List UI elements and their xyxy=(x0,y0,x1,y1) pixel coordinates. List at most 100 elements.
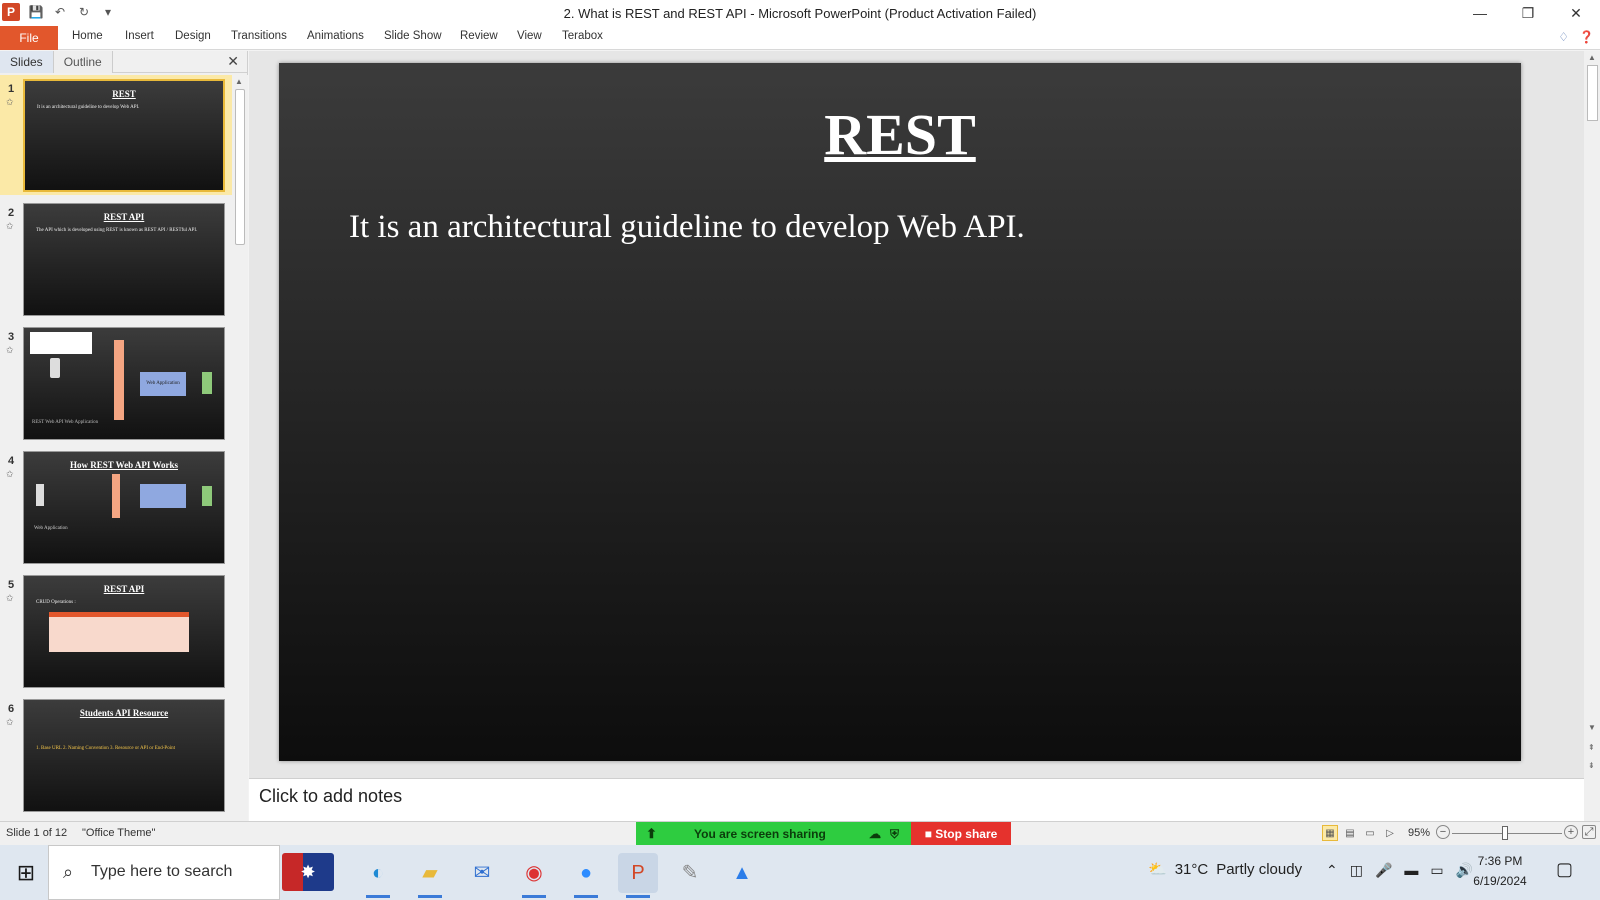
screen-share-status[interactable]: ⬆ You are screen sharing ☁ ⛨ xyxy=(636,822,911,846)
thumbnail-image: REST It is an architectural guideline to… xyxy=(23,79,225,192)
thumbnail-title: REST API xyxy=(103,584,145,594)
notes-pane[interactable]: Click to add notes xyxy=(249,778,1584,821)
zoom-in-icon[interactable]: + xyxy=(1564,825,1578,839)
notes-scrollbar[interactable] xyxy=(1584,778,1600,821)
slide-editor: REST It is an architectural guideline to… xyxy=(249,51,1584,778)
screenshot-mini-icon xyxy=(30,332,92,354)
animation-star-icon: ✩ xyxy=(6,469,14,479)
current-slide[interactable]: REST It is an architectural guideline to… xyxy=(279,63,1521,761)
tab-view[interactable]: View xyxy=(517,30,542,42)
normal-view-icon[interactable]: ▦ xyxy=(1322,825,1338,841)
windows-start-icon[interactable]: ⊞ xyxy=(12,859,40,887)
reading-view-icon[interactable]: ▭ xyxy=(1362,825,1378,841)
minimize-ribbon-icon[interactable]: ♢ xyxy=(1558,30,1569,44)
slide-number: 2 xyxy=(8,207,15,219)
tab-slides[interactable]: Slides xyxy=(0,50,53,73)
tab-design[interactable]: Design xyxy=(175,30,211,42)
zoom-slider-handle[interactable] xyxy=(1501,826,1508,840)
next-slide-icon[interactable]: ⇟ xyxy=(1588,761,1595,770)
slides-panel: Slides Outline ✕ 1 ✩ REST It is an archi… xyxy=(0,50,248,840)
slide-thumbnail-3[interactable]: 3 ✩ Web Application REST Web API Web App… xyxy=(0,323,232,443)
slide-body-text[interactable]: It is an architectural guideline to deve… xyxy=(349,209,1025,246)
scroll-up-icon[interactable]: ▲ xyxy=(1588,53,1596,62)
close-button[interactable]: ✕ xyxy=(1552,0,1600,26)
thumbnail-image: REST API CRUD Operations : xyxy=(23,575,225,688)
slide-title[interactable]: REST xyxy=(279,101,1521,168)
slide-thumbnail-2[interactable]: 2 ✩ REST API The API which is developed … xyxy=(0,199,232,319)
thumbnail-image: Students API Resource 1. Base URL 2. Nam… xyxy=(23,699,225,812)
crud-table-mini xyxy=(49,612,189,652)
scrollbar-thumb[interactable] xyxy=(1587,65,1598,121)
cloud-icon: ☁ xyxy=(869,827,881,841)
scrollbar-thumb[interactable] xyxy=(235,89,245,245)
taskbar-search-box[interactable]: ⌕ Type here to search xyxy=(48,845,280,900)
zoom-out-icon[interactable]: − xyxy=(1436,825,1450,839)
slide-thumbnail-5[interactable]: 5 ✩ REST API CRUD Operations : xyxy=(0,571,232,691)
minimize-button[interactable]: — xyxy=(1456,0,1504,26)
battery-icon[interactable]: ▬ xyxy=(1404,862,1418,879)
thumbnail-title: REST API xyxy=(103,212,145,222)
tab-file[interactable]: File xyxy=(0,26,58,50)
tab-home[interactable]: Home xyxy=(72,30,103,42)
web-app-box: Web Application xyxy=(140,372,186,396)
title-bar: P 💾 ↶ ↻ ▾ 2. What is REST and REST API -… xyxy=(0,0,1600,26)
search-icon: ⌕ xyxy=(63,862,74,882)
previous-slide-icon[interactable]: ⇞ xyxy=(1588,743,1595,752)
tab-review[interactable]: Review xyxy=(460,30,498,42)
view-buttons: ▦ ▤ ▭ ▷ xyxy=(1322,825,1398,841)
camera-icon[interactable]: ◫ xyxy=(1350,862,1363,879)
animation-star-icon: ✩ xyxy=(6,221,14,231)
mail-icon[interactable]: ✉ xyxy=(462,853,502,893)
tab-terabox[interactable]: Terabox xyxy=(562,30,603,42)
database-box xyxy=(202,486,212,506)
stop-share-button[interactable]: ■ Stop share xyxy=(911,822,1011,846)
network-icon[interactable]: ▭ xyxy=(1430,862,1443,879)
animation-star-icon: ✩ xyxy=(6,97,14,107)
powerpoint-app-icon[interactable]: P xyxy=(618,853,658,898)
slide-number: 1 xyxy=(8,83,15,95)
tab-slide-show[interactable]: Slide Show xyxy=(384,30,442,42)
sharing-text: You are screen sharing xyxy=(694,827,826,841)
notification-center-icon[interactable]: ▢ xyxy=(1556,859,1573,880)
editor-scrollbar[interactable]: ▲ ▼ ⇞ ⇟ xyxy=(1584,51,1600,778)
thumbnail-scrollbar[interactable]: ▲ ▼ xyxy=(232,75,248,840)
close-panel-icon[interactable]: ✕ xyxy=(227,53,239,70)
show-hidden-icons-icon[interactable]: ⌃ xyxy=(1326,862,1338,879)
tab-insert[interactable]: Insert xyxy=(125,30,154,42)
paint-app-icon[interactable]: ✎ xyxy=(670,853,710,893)
slideshow-view-icon[interactable]: ▷ xyxy=(1382,825,1398,841)
zoom-app-icon[interactable]: ● xyxy=(566,853,606,898)
slide-number: 5 xyxy=(8,579,15,591)
phone-icon xyxy=(50,358,60,378)
clock[interactable]: 7:36 PM 6/19/2024 xyxy=(1460,851,1540,891)
photos-app-icon[interactable]: ▲ xyxy=(722,853,762,893)
slide-thumbnail-4[interactable]: 4 ✩ How REST Web API Works Web Applicati… xyxy=(0,447,232,567)
chrome-browser-icon[interactable]: ◉ xyxy=(514,853,554,898)
web-app-box xyxy=(140,484,186,508)
scroll-down-icon[interactable]: ▼ xyxy=(1588,723,1596,732)
scroll-up-icon[interactable]: ▲ xyxy=(235,77,243,86)
screen-share-bar: ⬆ You are screen sharing ☁ ⛨ ■ Stop shar… xyxy=(636,822,1011,846)
tab-animations[interactable]: Animations xyxy=(307,30,364,42)
thumbnail-body: The API which is developed using REST is… xyxy=(36,228,198,233)
thumbnail-image: Web Application REST Web API Web Applica… xyxy=(23,327,225,440)
tab-outline[interactable]: Outline xyxy=(52,50,113,73)
search-placeholder: Type here to search xyxy=(91,863,233,880)
slide-thumbnail-1[interactable]: 1 ✩ REST It is an architectural guidelin… xyxy=(0,75,232,195)
slide-thumbnail-6[interactable]: 6 ✩ Students API Resource 1. Base URL 2.… xyxy=(0,695,232,815)
weather-widget[interactable]: ⛅ 31°C Partly cloudy xyxy=(1148,860,1302,879)
restore-button[interactable]: ❐ xyxy=(1504,0,1552,26)
notes-placeholder[interactable]: Click to add notes xyxy=(259,786,402,807)
ribbon-tabs: File Home Insert Design Transitions Anim… xyxy=(0,26,1600,50)
weather-cloud-icon: ⛅ xyxy=(1148,861,1167,878)
thumbnail-title: How REST Web API Works xyxy=(69,460,179,470)
juneteenth-flag-icon[interactable]: ✸ xyxy=(282,853,334,891)
slide-sorter-icon[interactable]: ▤ xyxy=(1342,825,1358,841)
edge-browser-icon[interactable]: ◐ xyxy=(358,853,398,898)
zoom-level[interactable]: 95% xyxy=(1408,827,1430,839)
microphone-icon[interactable]: 🎤 xyxy=(1375,862,1392,879)
tab-transitions[interactable]: Transitions xyxy=(231,30,287,42)
fit-to-window-icon[interactable]: ⤢ xyxy=(1582,825,1596,839)
help-icon[interactable]: ❓ xyxy=(1579,30,1594,44)
file-explorer-icon[interactable]: ▰ xyxy=(410,853,450,898)
